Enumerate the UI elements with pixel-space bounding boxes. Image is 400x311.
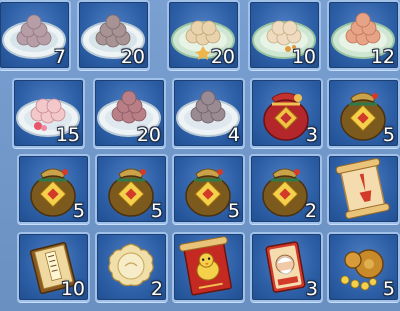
inventory-slot-10[interactable]: 5 bbox=[327, 78, 400, 148]
inventory-slot-16[interactable]: 10 bbox=[17, 232, 90, 302]
brush-scroll-icon bbox=[335, 158, 390, 219]
item-count: 15 bbox=[55, 124, 80, 146]
inventory-slot-1[interactable]: 7 bbox=[0, 0, 71, 70]
inventory-slot-5[interactable]: 12 bbox=[327, 0, 400, 70]
item-count: 5 bbox=[382, 278, 395, 300]
inventory-slot-14[interactable]: 2 bbox=[249, 154, 322, 224]
inventory-slot-13[interactable]: 5 bbox=[172, 154, 245, 224]
item-count: 10 bbox=[291, 46, 316, 68]
chick-scroll-icon bbox=[179, 236, 232, 296]
inventory-slot-15[interactable] bbox=[327, 154, 400, 224]
inventory-slot-19[interactable]: 3 bbox=[250, 232, 323, 302]
item-count: 7 bbox=[53, 46, 66, 68]
item-count: 3 bbox=[305, 124, 318, 146]
inventory-slot-3[interactable]: 20 bbox=[167, 0, 240, 70]
item-count: 20 bbox=[136, 124, 161, 146]
item-count: 3 bbox=[305, 278, 318, 300]
inventory-slot-11[interactable]: 5 bbox=[17, 154, 90, 224]
item-count: 4 bbox=[227, 124, 240, 146]
item-count: 12 bbox=[370, 46, 395, 68]
inventory-slot-18[interactable] bbox=[172, 232, 245, 302]
item-count: 5 bbox=[72, 200, 85, 222]
item-count: 10 bbox=[60, 278, 85, 300]
inventory-slot-8[interactable]: 4 bbox=[172, 78, 245, 148]
inventory-slot-6[interactable]: 15 bbox=[12, 78, 85, 148]
inventory-slot-12[interactable]: 5 bbox=[95, 154, 168, 224]
inventory-slot-4[interactable]: 10 bbox=[248, 0, 321, 70]
inventory-slot-17[interactable]: 2 bbox=[95, 232, 168, 302]
inventory-slot-7[interactable]: 20 bbox=[93, 78, 166, 148]
inventory-grid: 7 20 20 10 12 15 20 4 3 5 5 5 5 2 10 2 3… bbox=[0, 0, 400, 311]
item-count: 5 bbox=[382, 124, 395, 146]
inventory-slot-2[interactable]: 20 bbox=[77, 0, 150, 70]
item-count: 20 bbox=[210, 46, 235, 68]
item-count: 5 bbox=[227, 200, 240, 222]
item-count: 20 bbox=[120, 46, 145, 68]
inventory-slot-9[interactable]: 3 bbox=[250, 78, 323, 148]
item-count: 2 bbox=[150, 278, 163, 300]
item-count: 2 bbox=[304, 200, 317, 222]
inventory-slot-20[interactable]: 5 bbox=[327, 232, 400, 302]
item-count: 5 bbox=[150, 200, 163, 222]
